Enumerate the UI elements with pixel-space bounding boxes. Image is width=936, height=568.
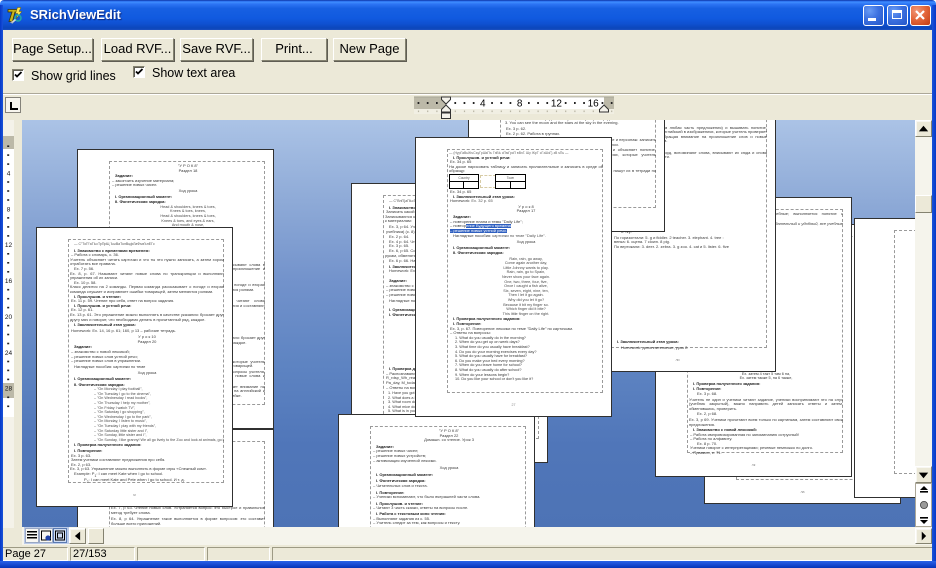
svg-text:12: 12	[5, 242, 13, 249]
svg-text:16: 16	[588, 99, 600, 110]
svg-text:4: 4	[480, 99, 486, 110]
svg-text:28: 28	[5, 386, 13, 393]
svg-text:16: 16	[5, 278, 13, 285]
svg-text:4: 4	[7, 170, 11, 177]
svg-text:20: 20	[5, 314, 13, 321]
svg-text:8: 8	[7, 206, 11, 213]
svg-text:8: 8	[517, 99, 523, 110]
svg-text:24: 24	[5, 350, 13, 357]
svg-text:12: 12	[551, 99, 563, 110]
